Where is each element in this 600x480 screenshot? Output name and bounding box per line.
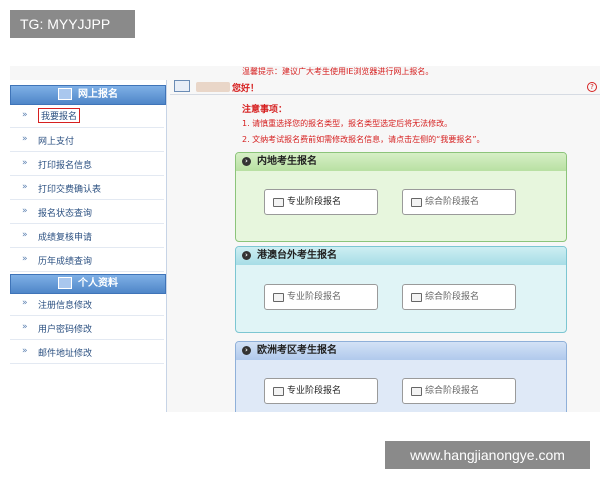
professional-stage-register-button[interactable]: 专业阶段报名 xyxy=(264,189,378,215)
button-label: 综合阶段报名 xyxy=(425,197,480,207)
sidebar-item-label: 打印报名信息 xyxy=(38,161,93,171)
folder-icon xyxy=(411,387,422,396)
arrow-circle-icon: › xyxy=(242,345,251,355)
professional-stage-register-button[interactable]: 专业阶段报名 xyxy=(264,284,378,310)
folder-icon xyxy=(273,293,284,302)
button-label: 专业阶段报名 xyxy=(287,386,342,396)
section-title: 网上报名 xyxy=(78,89,118,100)
button-label: 综合阶段报名 xyxy=(425,292,480,302)
arrow-circle-icon: › xyxy=(242,250,251,260)
sidebar-item-online-payment[interactable]: » 网上支付 xyxy=(10,128,164,152)
sidebar-item-print-info[interactable]: » 打印报名信息 xyxy=(10,152,164,176)
panel-hk-macau-taiwan-overseas: › 港澳台外考生报名 专业阶段报名 综合阶段报名 xyxy=(235,246,567,333)
header-divider xyxy=(170,94,600,95)
panel-header: › 欧洲考区考生报名 xyxy=(236,342,566,360)
sidebar-item-label: 成绩复核申请 xyxy=(38,233,93,243)
button-label: 专业阶段报名 xyxy=(287,197,342,207)
chevron-right-icon: » xyxy=(22,322,28,332)
sidebar-item-label: 历年成绩查询 xyxy=(38,257,93,267)
chevron-right-icon: » xyxy=(22,254,28,264)
sidebar-item-score-review[interactable]: » 成绩复核申请 xyxy=(10,224,164,248)
button-label: 专业阶段报名 xyxy=(287,292,342,302)
sidebar-item-label: 用户密码修改 xyxy=(38,325,93,335)
note-item: 2. 文纳考试报名费前如需修改报名信息，请点击左侧的“我要报名”。 xyxy=(242,135,485,144)
panel-title: 内地考生报名 xyxy=(257,156,317,167)
sidebar-item-print-payment-confirm[interactable]: » 打印交费确认表 xyxy=(10,176,164,200)
sidebar-item-change-password[interactable]: » 用户密码修改 xyxy=(10,316,164,340)
panel-header: › 港澳台外考生报名 xyxy=(236,247,566,265)
help-icon[interactable]: ? xyxy=(587,82,597,92)
notes-title: 注意事项： xyxy=(242,105,288,115)
folder-icon xyxy=(411,293,422,302)
folder-icon xyxy=(411,198,422,207)
watermark-top-left: TG: MYYJJPP xyxy=(10,10,135,38)
arrow-circle-icon: › xyxy=(242,156,251,166)
sidebar-item-label: 我要报名 xyxy=(38,108,81,123)
panel-mainland: › 内地考生报名 专业阶段报名 综合阶段报名 xyxy=(235,152,567,242)
top-notice: 温馨提示：建议广大考生使用IE浏览器进行网上报名。 xyxy=(242,67,434,76)
sidebar: 网上报名 » 我要报名 » 网上支付 » 打印报名信息 » 打印交费确认表 » … xyxy=(10,80,167,412)
panel-title: 港澳台外考生报名 xyxy=(257,250,337,261)
chevron-right-icon: » xyxy=(22,182,28,192)
folder-icon xyxy=(273,387,284,396)
sidebar-item-label: 注册信息修改 xyxy=(38,301,93,311)
sidebar-item-edit-registration[interactable]: » 注册信息修改 xyxy=(10,292,164,316)
app-frame: 温馨提示：建议广大考生使用IE浏览器进行网上报名。 ? 您好！ 网上报名 » 我… xyxy=(10,66,600,412)
sidebar-section-header-profile: 个人资料 xyxy=(10,274,166,294)
monitor-icon xyxy=(58,88,72,100)
chevron-right-icon: » xyxy=(22,158,28,168)
watermark-bottom-right: www.hangjianongye.com xyxy=(385,441,590,469)
folder-icon xyxy=(273,198,284,207)
chevron-right-icon: » xyxy=(22,206,28,216)
note-item: 1. 请慎重选择您的报名类型，报名类型选定后将无法修改。 xyxy=(242,119,453,128)
panel-europe: › 欧洲考区考生报名 专业阶段报名 综合阶段报名 xyxy=(235,341,567,412)
sidebar-item-label: 报名状态查询 xyxy=(38,209,93,219)
sidebar-section-header-registration: 网上报名 xyxy=(10,85,166,105)
sidebar-item-label: 打印交费确认表 xyxy=(38,185,102,195)
user-card-icon xyxy=(174,80,190,92)
chevron-right-icon: » xyxy=(22,298,28,308)
username-blurred xyxy=(196,82,230,92)
chevron-right-icon: » xyxy=(22,346,28,356)
greeting-text: 您好！ xyxy=(232,84,260,94)
section-title: 个人资料 xyxy=(78,278,118,289)
chevron-right-icon: » xyxy=(22,230,28,240)
comprehensive-stage-register-button[interactable]: 综合阶段报名 xyxy=(402,189,516,215)
sidebar-item-status-query[interactable]: » 报名状态查询 xyxy=(10,200,164,224)
panel-header: › 内地考生报名 xyxy=(236,153,566,171)
sidebar-item-score-history[interactable]: » 历年成绩查询 xyxy=(10,248,164,272)
chevron-right-icon: » xyxy=(22,134,28,144)
comprehensive-stage-register-button[interactable]: 综合阶段报名 xyxy=(402,378,516,404)
sidebar-item-label: 邮件地址修改 xyxy=(38,349,93,359)
profile-icon xyxy=(58,277,72,289)
sidebar-item-change-email[interactable]: » 邮件地址修改 xyxy=(10,340,164,364)
comprehensive-stage-register-button[interactable]: 综合阶段报名 xyxy=(402,284,516,310)
button-label: 综合阶段报名 xyxy=(425,386,480,396)
professional-stage-register-button[interactable]: 专业阶段报名 xyxy=(264,378,378,404)
sidebar-item-label: 网上支付 xyxy=(38,137,75,147)
chevron-right-icon: » xyxy=(22,110,28,120)
panel-title: 欧洲考区考生报名 xyxy=(257,345,337,356)
sidebar-item-register[interactable]: » 我要报名 xyxy=(10,104,164,128)
